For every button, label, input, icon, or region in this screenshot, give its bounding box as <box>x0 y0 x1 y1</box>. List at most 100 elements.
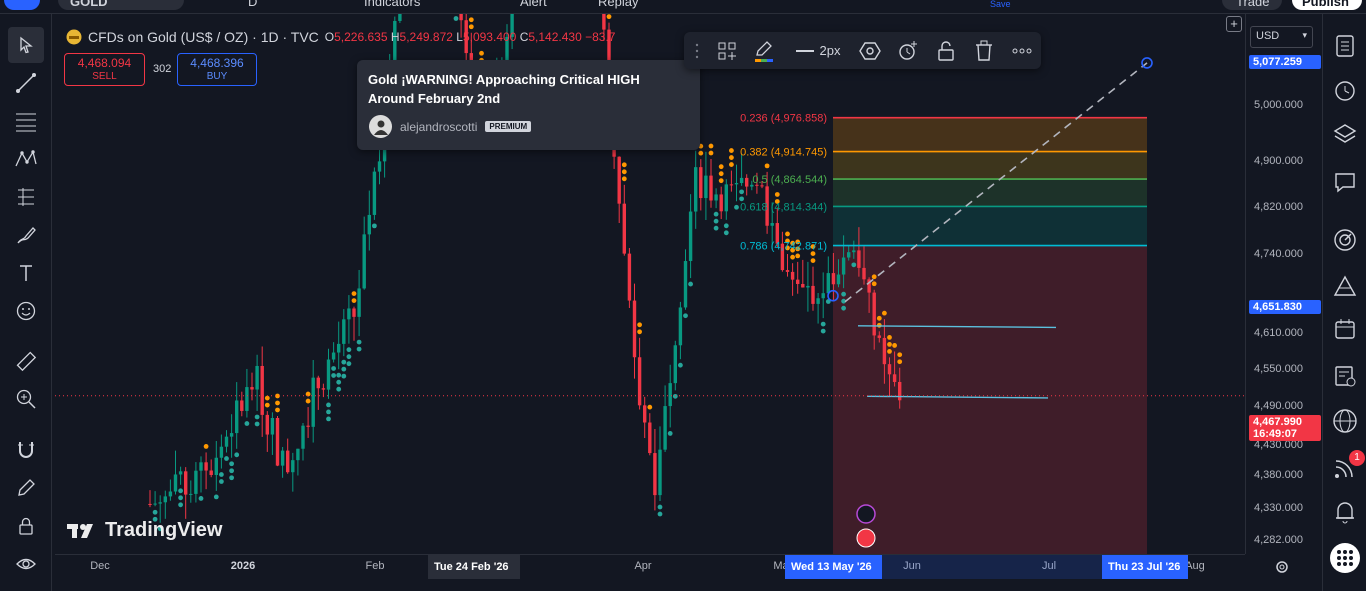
chart-settings-button[interactable] <box>1274 559 1290 575</box>
news-button[interactable] <box>1327 358 1363 394</box>
indicator-dot <box>887 348 892 354</box>
add-pane-button[interactable]: + <box>1226 16 1242 32</box>
watchlist-button[interactable] <box>1327 28 1363 64</box>
add-alert-button[interactable] <box>894 36 922 65</box>
candle-body <box>337 343 341 353</box>
candle-body <box>357 288 361 317</box>
open-value: 5,226.635 <box>334 30 388 44</box>
eye-icon <box>16 558 36 570</box>
screener-button[interactable] <box>1327 268 1363 304</box>
pattern-tool-button[interactable] <box>8 141 44 177</box>
notifications-button[interactable]: 1 <box>1327 450 1365 486</box>
candle-body <box>847 252 851 258</box>
candle-body <box>852 250 856 253</box>
candle-body <box>352 308 356 317</box>
more-options-button[interactable] <box>1008 36 1036 65</box>
stay-drawing-button[interactable] <box>8 470 44 506</box>
hide-drawings-button[interactable] <box>8 546 44 582</box>
text-tool-button[interactable] <box>8 255 44 291</box>
candle-body <box>286 450 290 473</box>
indicator-dot <box>219 472 224 477</box>
sell-label: SELL <box>92 71 117 82</box>
object-tree-button[interactable] <box>1327 116 1363 152</box>
fib-tool-button[interactable] <box>8 103 44 139</box>
line-color-button[interactable] <box>750 36 778 65</box>
indicator-dot <box>871 274 877 280</box>
indicator-dot <box>718 178 724 184</box>
interval-button[interactable]: D <box>248 0 257 9</box>
indicators-button[interactable]: Indicators <box>364 0 420 9</box>
products-menu-button[interactable] <box>1327 540 1363 576</box>
pattern-icon <box>15 150 37 167</box>
candle-body <box>658 449 662 496</box>
delete-drawing-button[interactable] <box>970 36 998 65</box>
settings-button[interactable] <box>856 36 884 65</box>
candle-body <box>173 474 178 492</box>
measure-tool-button[interactable] <box>8 343 44 379</box>
price-scale[interactable]: 5,000.000 4,900.000 4,820.000 4,740.000 4,61… <box>1245 14 1322 554</box>
currency-select[interactable]: USD ▾ <box>1250 26 1313 48</box>
save-button[interactable]: Save <box>990 0 1011 9</box>
alarm-clock-icon <box>899 40 917 60</box>
indicator-dot <box>739 189 744 195</box>
trash-icon <box>976 40 992 61</box>
candle-body <box>796 279 800 284</box>
price-label: 5,000.000 <box>1254 99 1303 111</box>
indicator-dot <box>326 409 331 415</box>
indicator-dot <box>178 488 183 494</box>
countdown-label: 16:49:07 <box>1253 428 1298 440</box>
symbol-title: CFDs on Gold (US$ / OZ) · 1D · TVC <box>88 29 319 45</box>
cursor-tool-button[interactable] <box>8 27 44 63</box>
position-icon <box>18 188 34 206</box>
time-scale[interactable]: Dec 2026 Feb Apr Ma Jun Jul Aug Tue 24 Feb '26 We… <box>55 554 1245 579</box>
template-button[interactable] <box>714 36 740 65</box>
drag-handle-icon <box>695 43 699 58</box>
magnet-tool-button[interactable] <box>8 432 44 468</box>
indicator-dot <box>305 391 311 397</box>
indicator-dot <box>178 502 183 508</box>
candle-body <box>367 214 371 235</box>
replay-button[interactable]: Replay <box>598 0 638 9</box>
indicator-dot <box>718 171 724 177</box>
zoom-tool-button[interactable] <box>8 381 44 417</box>
buy-button[interactable]: 4,468.396 BUY <box>177 53 257 86</box>
forecast-tool-button[interactable] <box>8 179 44 215</box>
indicator-dot <box>275 400 280 406</box>
fib-retracement-icon <box>16 113 36 132</box>
emoji-tool-button[interactable] <box>8 293 44 329</box>
candle-body <box>663 406 667 450</box>
candle-body <box>321 388 326 390</box>
sell-price: 4,468.094 <box>77 56 132 70</box>
indicator-dot <box>810 258 816 264</box>
candle-body <box>240 400 244 411</box>
trade-label: Trade <box>1236 0 1270 9</box>
price-label: 4,900.000 <box>1254 155 1303 167</box>
sell-button[interactable]: 4,468.094 SELL <box>64 53 145 86</box>
drag-handle[interactable] <box>690 36 704 65</box>
smiley-icon <box>16 301 36 321</box>
lock-drawings-button[interactable] <box>8 508 44 544</box>
calendar-button[interactable] <box>1327 311 1363 347</box>
alerts-bell-button[interactable] <box>1327 494 1363 530</box>
symbol-legend[interactable]: CFDs on Gold (US$ / OZ) · 1D · TVC O5,22… <box>66 28 615 46</box>
candle-body <box>699 167 703 199</box>
lock-drawing-button[interactable] <box>932 36 960 65</box>
idea-tooltip-card[interactable]: Gold ¡WARNING! Approaching Critical HIGH… <box>357 60 700 150</box>
brush-tool-button[interactable] <box>8 217 44 253</box>
trend-line-tool-button[interactable] <box>8 65 44 101</box>
event-marker <box>856 504 876 524</box>
fib-band <box>833 151 1147 180</box>
tradingview-app: GOLD D Indicators Alert Replay Save Trad… <box>0 0 1366 591</box>
community-button[interactable] <box>1327 403 1363 439</box>
chats-button[interactable] <box>1327 164 1363 200</box>
time-label: Apr <box>634 560 652 572</box>
left-drawing-toolbar <box>0 14 52 591</box>
ideas-stream-button[interactable] <box>1327 222 1363 258</box>
candle-body <box>790 271 795 280</box>
alerts-button[interactable] <box>1327 72 1363 108</box>
price-label: 4,282.000 <box>1254 534 1303 546</box>
indicator-dot <box>713 211 719 217</box>
alert-button[interactable]: Alert <box>520 0 547 9</box>
stroke-width-button[interactable]: 2px <box>790 36 846 65</box>
menu-button[interactable] <box>4 0 40 10</box>
